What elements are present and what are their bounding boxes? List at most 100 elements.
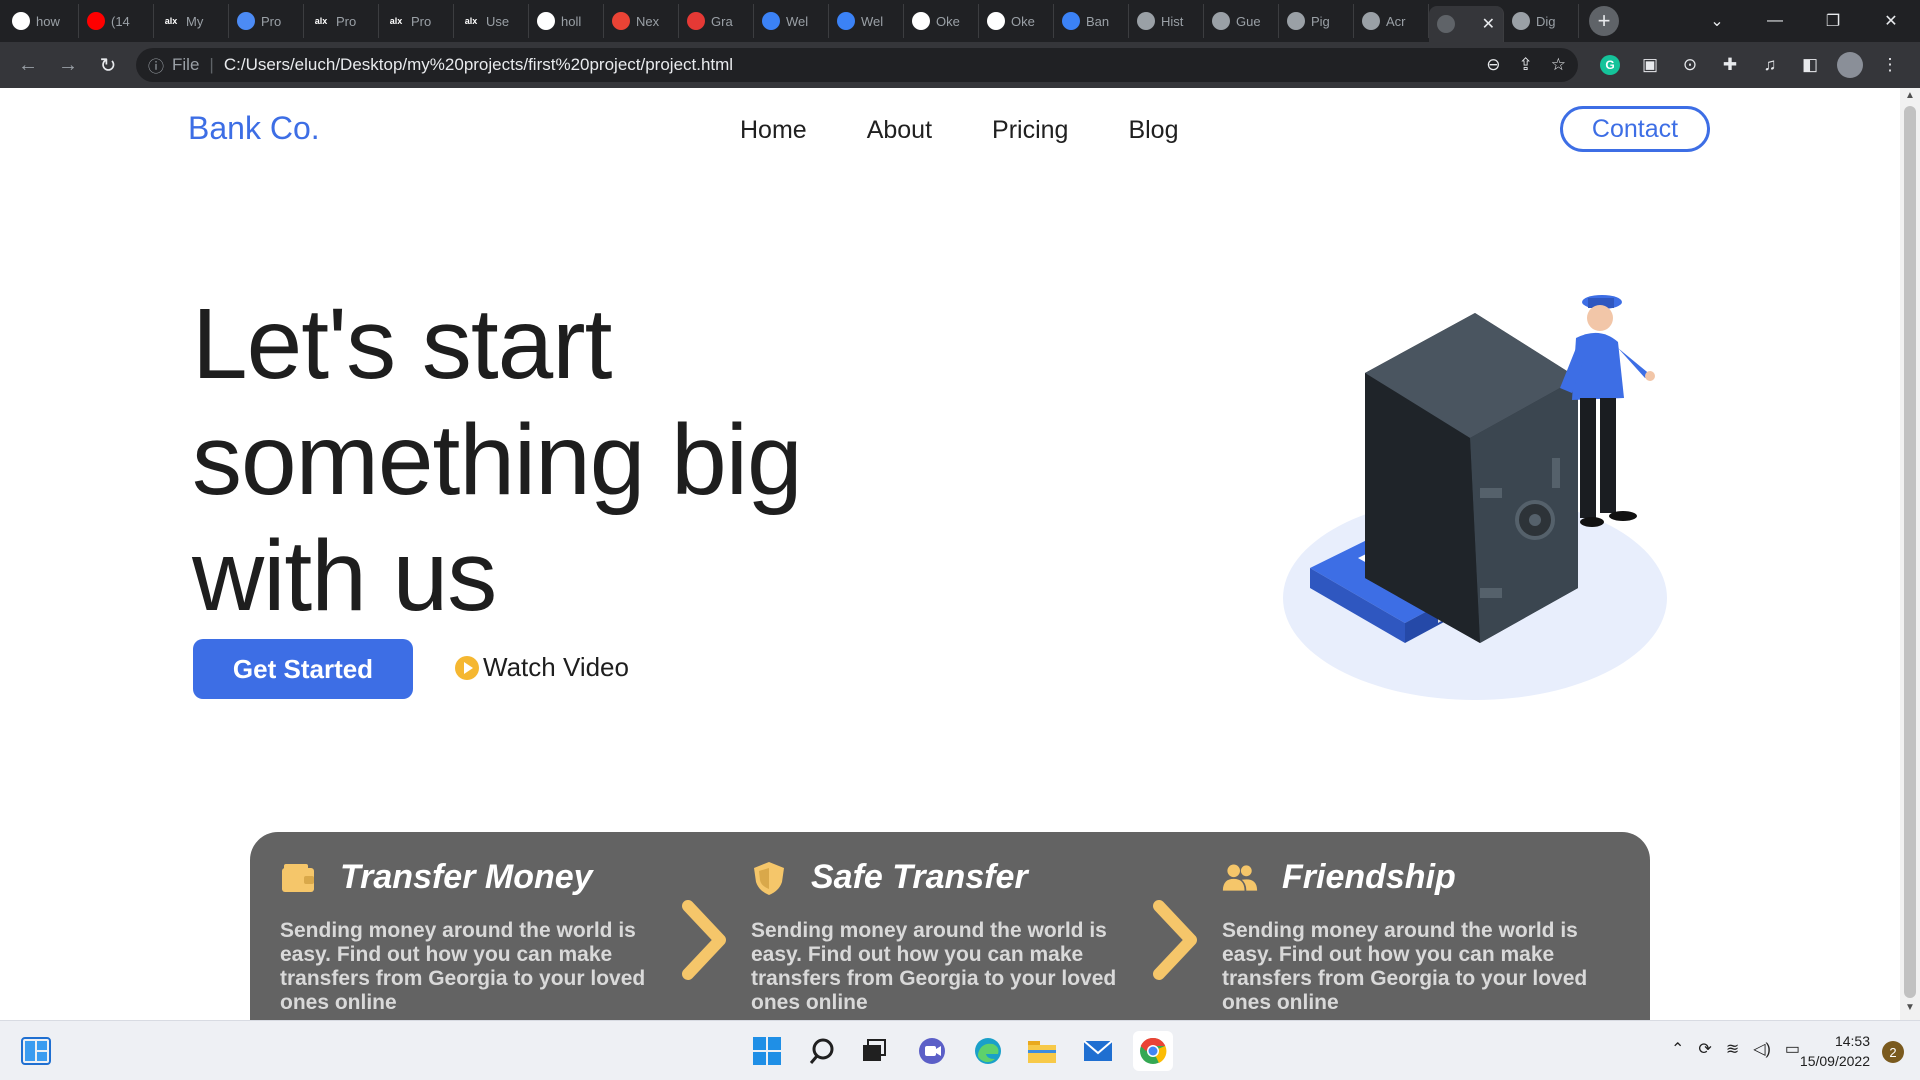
browser-tab[interactable]: alx Pro — [379, 4, 454, 38]
browser-tab[interactable]: how — [4, 4, 79, 38]
browser-tab[interactable]: Oke — [904, 4, 979, 38]
media-control-icon[interactable]: ♫ — [1750, 45, 1790, 85]
tab-label: Use — [486, 13, 510, 29]
url-text[interactable]: C:/Users/eluch/Desktop/my%20projects/fir… — [224, 55, 1468, 75]
share-icon[interactable]: ⇪ — [1519, 55, 1533, 75]
browser-tab[interactable]: holl — [529, 4, 604, 38]
start-icon[interactable] — [747, 1031, 787, 1071]
tab-label: My — [186, 13, 204, 29]
search-icon[interactable] — [802, 1031, 842, 1071]
main-nav: Home About Pricing Blog — [740, 116, 1179, 145]
alx-icon: alx — [314, 16, 328, 26]
browser-tab[interactable]: alx Pro — [304, 4, 379, 38]
nav-item-pricing[interactable]: Pricing — [992, 116, 1068, 145]
browser-tab[interactable]: Dig — [1504, 4, 1579, 38]
forward-button[interactable]: → — [48, 45, 88, 85]
browser-tab[interactable]: (14 — [79, 4, 154, 38]
tab-label: Nex — [636, 13, 660, 29]
notification-badge[interactable]: 2 — [1882, 1041, 1904, 1063]
volume-icon[interactable]: ◁) — [1753, 1039, 1771, 1059]
gear-icon — [762, 12, 780, 30]
browser-tab[interactable]: Acr — [1354, 4, 1429, 38]
watch-video-link[interactable]: Watch Video — [455, 652, 629, 683]
profile-button[interactable] — [1830, 45, 1870, 85]
teams-chat-icon[interactable] — [912, 1031, 952, 1071]
youtube-icon — [87, 12, 105, 30]
info-icon[interactable]: ⓘ — [148, 53, 164, 77]
scroll-up-arrow-icon[interactable]: ▲ — [1900, 90, 1920, 106]
download-extension-button[interactable]: ⊙ — [1670, 45, 1710, 85]
alx-icon: alx — [464, 16, 478, 26]
clock-date: 15/09/2022 — [1799, 1053, 1870, 1069]
alx-icon: alx — [164, 16, 178, 26]
feature-description: Sending money around the world is easy. … — [1222, 919, 1588, 1014]
feature-title: Transfer Money — [340, 858, 593, 896]
reload-button[interactable]: ↻ — [88, 45, 128, 85]
nav-item-blog[interactable]: Blog — [1128, 116, 1178, 145]
extensions-area: G ▣ ⊙ ✚ ♫ ◧ ⋮ — [1590, 45, 1910, 85]
page-scrollbar[interactable]: ▲ ▼ — [1900, 88, 1920, 1020]
browser-tab[interactable]: Ban — [1054, 4, 1129, 38]
restore-button[interactable]: ❐ — [1804, 0, 1862, 42]
scrollbar-thumb[interactable] — [1904, 106, 1916, 998]
browser-tab[interactable]: ✕ — [1429, 6, 1504, 42]
nav-item-home[interactable]: Home — [740, 116, 807, 145]
browser-tab[interactable]: alx My — [154, 4, 229, 38]
task-view-icon[interactable] — [854, 1031, 894, 1071]
clock[interactable]: 14:53 15/09/2022 — [1800, 1031, 1870, 1071]
browser-tab[interactable]: Oke — [979, 4, 1054, 38]
tab-label: Acr — [1386, 13, 1406, 29]
browser-tab[interactable]: Gue — [1204, 4, 1279, 38]
battery-icon[interactable]: ▭ — [1785, 1039, 1800, 1059]
close-window-button[interactable]: ✕ — [1862, 0, 1920, 42]
browser-tab[interactable]: Nex — [604, 4, 679, 38]
back-button[interactable]: ← — [8, 45, 48, 85]
sync-icon[interactable]: ⟳ — [1698, 1039, 1711, 1059]
feature-description: Sending money around the world is easy. … — [751, 919, 1117, 1014]
tab-label: how — [36, 13, 60, 29]
tab-list: how (14 alx My Pro alx Pro alx Pro alx Use holl Nex G… — [0, 0, 1579, 42]
contact-button[interactable]: Contact — [1560, 106, 1710, 152]
new-tab-button[interactable]: + — [1589, 6, 1619, 36]
chrome-icon[interactable] — [1133, 1031, 1173, 1071]
n-icon — [687, 12, 705, 30]
extensions-puzzle-icon[interactable]: ✚ — [1710, 45, 1750, 85]
minimize-button[interactable]: — — [1746, 0, 1804, 42]
nav-item-about[interactable]: About — [867, 116, 932, 145]
tab-label: Dig — [1536, 13, 1556, 29]
grammarly-extension-button[interactable]: G — [1590, 45, 1630, 85]
browser-tab[interactable]: alx Use — [454, 4, 529, 38]
hero-headline: Let's start something big with us — [192, 288, 803, 632]
tab-label: Gue — [1236, 13, 1261, 29]
zoom-icon[interactable]: ⊖ — [1486, 55, 1500, 75]
mail-icon[interactable] — [1078, 1031, 1118, 1071]
github-icon — [537, 12, 555, 30]
brand-logo[interactable]: Bank Co. — [188, 110, 320, 147]
menu-icon[interactable]: ⋮ — [1870, 45, 1910, 85]
browser-tab[interactable]: Wel — [754, 4, 829, 38]
browser-tab[interactable]: Hist — [1129, 4, 1204, 38]
scroll-down-arrow-icon[interactable]: ▼ — [1900, 1002, 1920, 1018]
side-panel-icon[interactable]: ◧ — [1790, 45, 1830, 85]
scheme-label: File — [172, 55, 200, 74]
watch-video-label: Watch Video — [483, 652, 629, 682]
wifi-icon[interactable]: ≋ — [1726, 1039, 1739, 1059]
browser-tab[interactable]: Pro — [229, 4, 304, 38]
address-bar[interactable]: ⓘ File | C:/Users/eluch/Desktop/my%20pro… — [136, 48, 1578, 82]
tab-label: Wel — [786, 13, 809, 29]
chevron-up-icon[interactable]: ⌃ — [1671, 1039, 1684, 1059]
window-controls: ⌄ — ❐ ✕ — [1688, 0, 1920, 42]
edge-icon[interactable] — [968, 1031, 1008, 1071]
browser-tab[interactable]: Gra — [679, 4, 754, 38]
browser-tab[interactable]: Wel — [829, 4, 904, 38]
extension-button[interactable]: ▣ — [1630, 45, 1670, 85]
tab-close-icon[interactable]: ✕ — [1482, 14, 1495, 34]
widgets-icon[interactable] — [16, 1031, 56, 1071]
file-explorer-icon[interactable] — [1022, 1031, 1062, 1071]
alx-icon: alx — [389, 16, 403, 26]
browser-tab[interactable]: Pig — [1279, 4, 1354, 38]
get-started-button[interactable]: Get Started — [193, 639, 413, 699]
bookmark-star-icon[interactable]: ☆ — [1551, 55, 1566, 75]
feature-card: Friendship Sending money around the worl… — [1222, 858, 1622, 1015]
tab-search-icon[interactable]: ⌄ — [1688, 0, 1746, 42]
